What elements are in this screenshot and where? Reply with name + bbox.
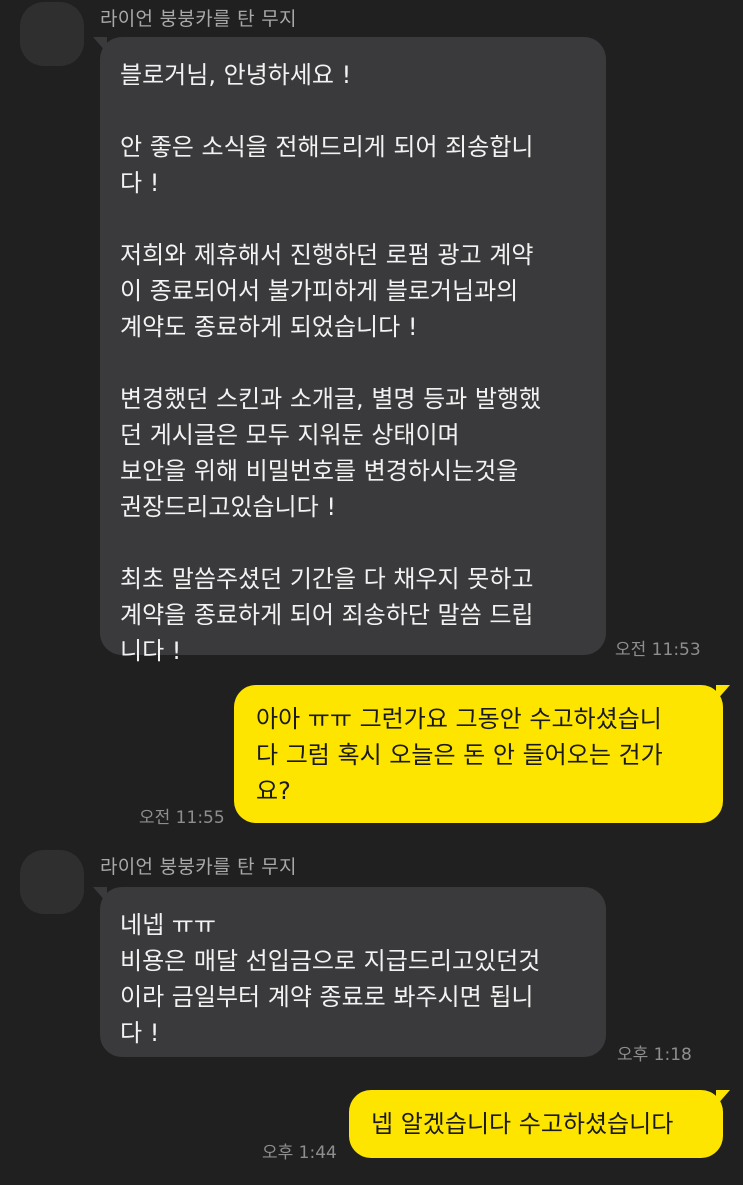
incoming-message-bubble[interactable]: 블로거님, 안녕하세요 ! 안 좋은 소식을 전해드리게 되어 죄송합니 다 !…: [93, 37, 606, 665]
message-timestamp: 오전 11:55: [139, 808, 225, 828]
sender-name: 라이언 붕붕카를 탄 무지: [100, 8, 297, 30]
message-timestamp: 오후 1:18: [617, 1045, 692, 1065]
message-timestamp: 오후 1:44: [262, 1143, 337, 1163]
outgoing-message-bubble[interactable]: 아아 ㅠㅠ 그런가요 그동안 수고하셨습니 다 그럼 혹시 오늘은 돈 안 들어…: [234, 685, 730, 823]
outgoing-message-bubble[interactable]: 넵 알겠습니다 수고하셨습니다: [349, 1090, 730, 1158]
incoming-message-bubble[interactable]: 네넵 ㅠㅠ 비용은 매달 선입금으로 지급드리고있던것 이라 금일부터 계약 종…: [93, 887, 606, 1057]
sender-name: 라이언 붕붕카를 탄 무지: [100, 856, 297, 878]
message-timestamp: 오전 11:53: [615, 640, 701, 660]
sender-avatar[interactable]: [20, 2, 84, 66]
chat-room: 라이언 붕붕카를 탄 무지 블로거님, 안녕하세요 ! 안 좋은 소식을 전해드…: [0, 0, 743, 1185]
sender-avatar[interactable]: [20, 850, 84, 914]
